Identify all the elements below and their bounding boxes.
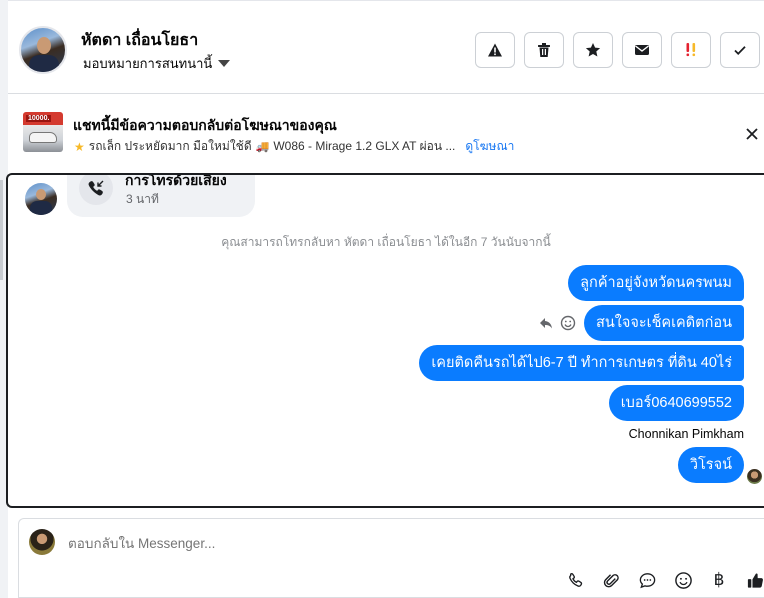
contact-avatar[interactable] (19, 26, 67, 74)
truck-emoji-icon: 🚚 (255, 141, 270, 153)
ad-description: ★ รถเล็ก ประหยัดมาก มือใหม่ใช้ดี 🚚 W086 … (74, 137, 514, 156)
assign-label: มอบหมายการสนทนานี้ (83, 56, 213, 71)
chevron-down-icon (218, 60, 231, 67)
smiley-icon (674, 571, 692, 589)
call-icon-circle (79, 175, 113, 205)
call-duration: 3 นาที (126, 192, 159, 206)
envelope-icon (635, 45, 649, 55)
star-icon (585, 43, 601, 57)
ad-thumbnail[interactable]: 10000. (23, 112, 63, 152)
message-thread: การโทรด้วยเสียง 3 นาที คุณสามารถโทรกลับห… (6, 173, 764, 508)
car-image (29, 132, 57, 143)
reply-input[interactable] (68, 536, 668, 551)
ad-thumb-price: 10000. (26, 115, 52, 122)
trash-icon (538, 43, 550, 57)
contact-avatar-small[interactable] (25, 183, 57, 215)
baht-icon: ฿ (713, 570, 725, 589)
outgoing-messages: ลูกค้าอยู่จังหวัดนครพนม สนใจจะเช็คเคดิตก… (419, 265, 744, 483)
message-bubble[interactable]: ลูกค้าอยู่จังหวัดนครพนม (568, 265, 744, 301)
contact-name[interactable]: หัตดา เถื่อนโยธา (81, 28, 198, 53)
star-emoji-icon: ★ (74, 139, 85, 154)
message-bubble[interactable]: วิโรจน์ (677, 447, 744, 483)
ad-desc-part2: W086 - Mirage 1.2 GLX AT ผ่อน ... (273, 139, 456, 153)
phone-icon (568, 572, 582, 587)
header-actions (475, 32, 760, 68)
close-icon[interactable] (743, 125, 761, 143)
attach-button[interactable] (600, 569, 622, 591)
assign-conversation-dropdown[interactable]: มอบหมายการสนทนานี้ (83, 53, 231, 74)
mark-unread-button[interactable] (622, 32, 662, 68)
message-hover-tools (538, 315, 576, 331)
spam-button[interactable] (671, 32, 711, 68)
chat-bubble-icon (639, 572, 655, 588)
checkmark-icon (734, 46, 746, 55)
ad-reply-banner: 10000. แชทนี้มีข้อความตอบกลับต่อโฆษณาของ… (8, 95, 764, 167)
call-button[interactable] (564, 569, 586, 591)
saved-replies-button[interactable] (636, 569, 658, 591)
react-emoji-icon[interactable] (560, 315, 576, 331)
reply-composer: ฿ (18, 518, 764, 598)
incoming-call-icon (88, 180, 104, 196)
message-row: สนใจจะเช็คเคดิตก่อน (538, 305, 744, 341)
report-button[interactable] (475, 32, 515, 68)
thumbs-up-icon (747, 573, 763, 588)
message-bubble[interactable]: เคยติดคืนรถได้ไป6-7 ปี ทำการเกษตร ที่ดิน… (419, 345, 744, 381)
paperclip-icon (603, 573, 619, 587)
seen-avatar (747, 469, 762, 484)
page-avatar (29, 529, 55, 555)
payment-button[interactable]: ฿ (708, 569, 730, 591)
star-button[interactable] (573, 32, 613, 68)
message-bubble[interactable]: สนใจจะเช็คเคดิตก่อน (583, 305, 744, 341)
delete-button[interactable] (524, 32, 564, 68)
view-ad-link[interactable]: ดูโฆษณา (465, 137, 514, 156)
sender-name: Chonnikan Pimkham (628, 427, 744, 441)
mark-done-button[interactable] (720, 32, 760, 68)
emoji-button[interactable] (672, 569, 694, 591)
message-bubble[interactable]: เบอร์0640699552 (608, 385, 744, 421)
reply-icon[interactable] (538, 315, 554, 331)
composer-toolbar: ฿ (564, 569, 764, 591)
scrollbar[interactable] (0, 180, 3, 280)
ad-desc-part1: รถเล็ก ประหยัดมาก มือใหม่ใช้ดี (88, 139, 252, 153)
ad-banner-title: แชทนี้มีข้อความตอบกลับต่อโฆษณาของคุณ (73, 117, 337, 133)
voice-call-bubble[interactable]: การโทรด้วยเสียง 3 นาที (67, 175, 255, 217)
conversation-header: หัตดา เถื่อนโยธา มอบหมายการสนทนานี้ (8, 0, 764, 94)
callback-notice: คุณสามารถโทรกลับหา หัตดา เถื่อนโยธา ได้ใ… (221, 235, 551, 249)
like-button[interactable] (744, 569, 764, 591)
spam-icon (686, 43, 696, 57)
warning-icon (488, 43, 502, 57)
